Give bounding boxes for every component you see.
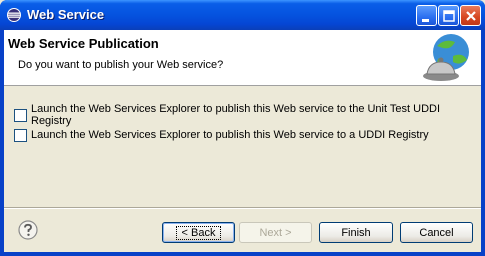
next-button-label: Next > [259, 226, 292, 239]
close-icon [466, 11, 476, 21]
help-button[interactable] [18, 220, 38, 240]
back-button[interactable]: < Back [162, 222, 235, 243]
options-panel: Launch the Web Services Explorer to publ… [4, 87, 481, 207]
help-icon [18, 220, 38, 240]
finish-button[interactable]: Finish [319, 222, 393, 243]
checkbox-unit-test-uddi[interactable] [14, 108, 27, 122]
maximize-icon [443, 10, 455, 22]
window-title: Web Service [27, 7, 105, 22]
page-title: Web Service Publication [8, 36, 159, 51]
minimize-icon [422, 19, 429, 22]
minimize-button[interactable] [416, 5, 437, 26]
maximize-button[interactable] [438, 5, 459, 26]
back-button-label: < Back [175, 225, 222, 240]
option-unit-test-uddi[interactable]: Launch the Web Services Explorer to publ… [14, 103, 481, 127]
next-button[interactable]: Next > [239, 222, 312, 243]
finish-button-label: Finish [341, 226, 371, 239]
checkbox-uddi-registry[interactable] [14, 128, 27, 142]
button-bar-separator [4, 207, 481, 209]
wizard-header: Web Service Publication Do you want to p… [4, 30, 481, 86]
dialog-client-area: Web Service Publication Do you want to p… [4, 30, 481, 252]
cancel-button-label: Cancel [419, 226, 454, 239]
eclipse-icon [6, 7, 22, 23]
dialog-window: Web Service Web Service Publication Do y… [0, 0, 485, 256]
title-bar[interactable]: Web Service [0, 0, 485, 30]
option-uddi-registry-label: Launch the Web Services Explorer to publ… [31, 129, 429, 141]
page-description: Do you want to publish your Web service? [18, 59, 224, 71]
close-button[interactable] [460, 5, 481, 26]
globe-bell-icon [411, 32, 477, 84]
option-uddi-registry[interactable]: Launch the Web Services Explorer to publ… [14, 127, 429, 143]
cancel-button[interactable]: Cancel [400, 222, 473, 243]
option-unit-test-uddi-label: Launch the Web Services Explorer to publ… [31, 103, 441, 127]
